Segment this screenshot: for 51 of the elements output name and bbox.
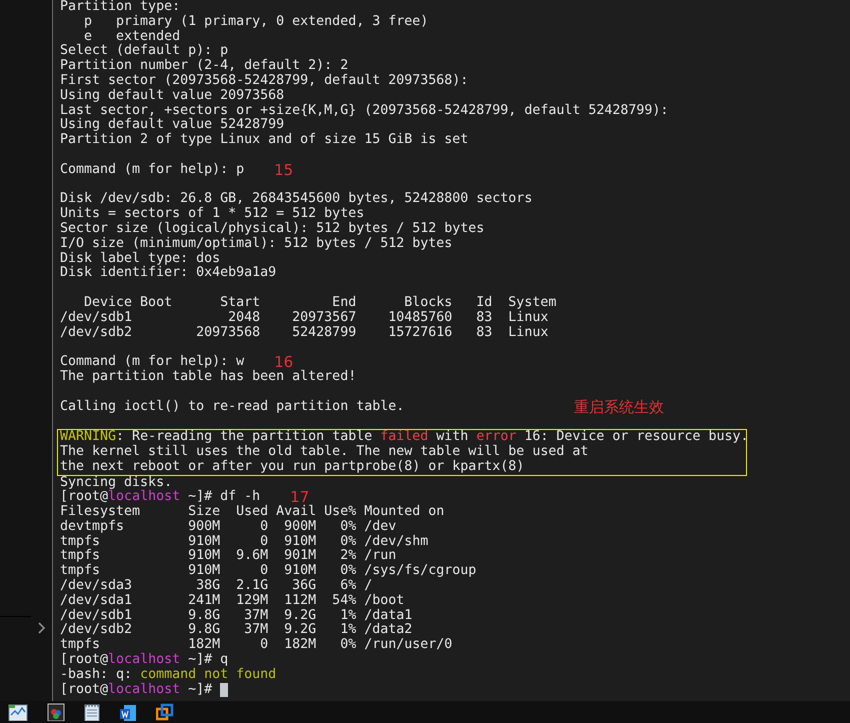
terminal-line: devtmpfs 900M 0 900M 0% /dev xyxy=(60,520,396,534)
annotation-note: 15 xyxy=(274,162,294,178)
terminal-line: The kernel still uses the old table. The new table will be used at xyxy=(60,444,588,460)
terminal-line: I/O size (minimum/optimal): 512 bytes / 512 bytes xyxy=(60,236,452,252)
terminal-line: First sector (20973568-52428799, default 20973568): xyxy=(60,74,468,88)
terminal-line: Select (default p): p xyxy=(60,44,228,58)
terminal-line: Syncing disks. xyxy=(60,476,172,490)
annotation-note: 17 xyxy=(290,490,310,506)
terminal-line: Units = sectors of 1 * 512 = 512 bytes xyxy=(60,207,364,222)
terminal-line: tmpfs 910M 0 910M 0% /sys/fs/cgroup xyxy=(60,564,476,578)
annotation-note: 16 xyxy=(274,355,294,370)
terminal-line: tmpfs 910M 9.6M 901M 2% /run xyxy=(60,549,396,564)
document-icon[interactable] xyxy=(119,703,137,721)
terminal-line: The partition table has been altered! xyxy=(60,370,356,385)
terminal-line: Command (m for help): w xyxy=(60,355,244,370)
terminal-line: Sector size (logical/physical): 512 bytes / 512 bytes xyxy=(60,222,484,236)
terminal-line: /dev/sdb2 9.8G 37M 9.2G 1% /data2 xyxy=(60,623,412,638)
terminal-line: /dev/sdb2 20973568 52428799 15727616 83 Linux xyxy=(60,326,548,340)
terminal-line: Last sector, +sectors or +size{K,M,G} (20973568-52428799, default 52428799): xyxy=(60,104,668,118)
chart-window-icon[interactable] xyxy=(8,703,28,721)
terminal-line: tmpfs 910M 0 910M 0% /dev/shm xyxy=(60,534,428,549)
terminal-line: Using default value 52428799 xyxy=(60,118,284,132)
terminal-line: Using default value 20973568 xyxy=(60,88,284,104)
terminal-line: /dev/sda1 241M 129M 112M 54% /boot xyxy=(60,594,404,608)
terminal-line: e extended xyxy=(84,30,180,44)
terminal-line: p primary (1 primary, 0 extended, 3 free) xyxy=(83,14,428,30)
terminal-line: -bash: q: command not found xyxy=(60,668,276,682)
terminal-line: /dev/sdb1 9.8G 37M 9.2G 1% /data1 xyxy=(60,608,412,623)
terminal-line: Filesystem Size Used Avail Use% Mounted on xyxy=(60,505,444,520)
annotation-note: 重启系统生效 xyxy=(574,400,664,414)
terminal-line: WARNING: Re-reading the partition table failed with error 16: Device or resource busy. xyxy=(60,430,749,444)
chevron-right-icon[interactable] xyxy=(38,622,46,634)
terminal-line: the next reboot or after you run partprobe(8) or kpartx(8) xyxy=(60,460,524,474)
terminal-line: [root@localhost ~]# q xyxy=(60,653,228,668)
overlapping-squares-icon[interactable] xyxy=(156,703,174,721)
terminal-line: [root@localhost ~]# xyxy=(60,682,214,698)
terminal-line: Partition type: xyxy=(60,0,180,14)
terminal-line: Disk identifier: 0x4eb9a1a9 xyxy=(60,266,276,282)
notepad-icon[interactable] xyxy=(84,703,100,721)
terminal-line: Partition 2 of type Linux and of size 15 GiB is set xyxy=(60,133,468,148)
terminal-line: [root@localhost ~]# df -h xyxy=(60,490,260,504)
terminal-line: Command (m for help): p xyxy=(60,162,244,178)
terminal-line: Disk /dev/sdb: 26.8 GB, 26843545600 bytes, 52428800 sectors xyxy=(60,192,532,206)
paint-window-icon[interactable] xyxy=(47,703,65,721)
terminal-line: tmpfs 182M 0 182M 0% /run/user/0 xyxy=(60,638,452,652)
terminal-line: /dev/sdb1 2048 20973567 10485760 83 Linux xyxy=(60,310,548,326)
terminal-line: /dev/sda3 38G 2.1G 36G 6% / xyxy=(60,579,372,594)
terminal-line: Partition number (2-4, default 2): 2 xyxy=(60,59,348,74)
terminal-line: Device Boot Start End Blocks Id System xyxy=(83,296,556,310)
terminal-line: Calling ioctl() to re-read partition table. xyxy=(60,400,404,414)
terminal-line: Disk label type: dos xyxy=(60,252,220,266)
